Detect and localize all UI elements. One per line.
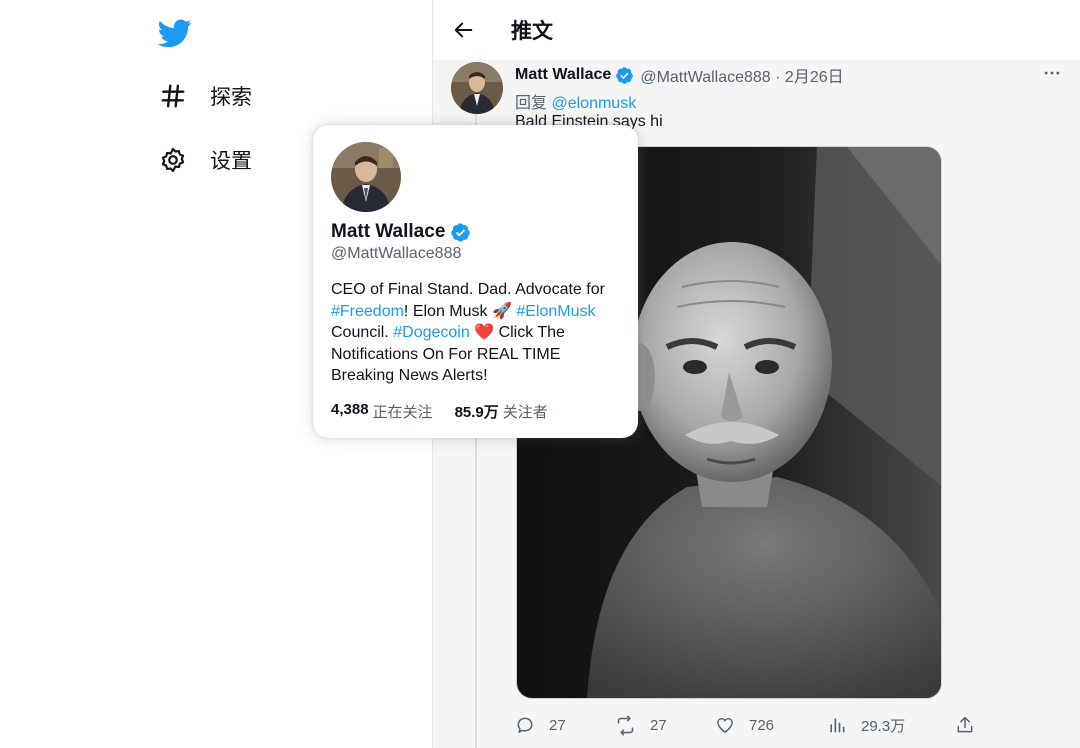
hover-card-bio: CEO of Final Stand. Dad. Advocate for #F… (331, 279, 626, 387)
like-button[interactable]: 726 (715, 712, 774, 738)
followers-label: 关注者 (502, 404, 548, 421)
share-icon (957, 716, 973, 733)
nav-item-explore[interactable]: 探索 (158, 76, 252, 116)
reply-context: 回复 @elonmusk (515, 89, 636, 113)
nav-item-label: 设置 (210, 150, 252, 173)
retweet-button[interactable]: 27 (615, 712, 667, 738)
share-button[interactable] (955, 712, 975, 738)
hover-card-name[interactable]: Matt Wallace (331, 221, 445, 243)
nav-item-label: 探索 (210, 86, 252, 109)
bio-text: CEO of Final Stand. Dad. Advocate for (331, 281, 605, 298)
twitter-bird-icon[interactable] (157, 16, 192, 50)
page-header: 推文 (433, 0, 1080, 60)
reply-count: 27 (549, 716, 566, 734)
nav-item-settings[interactable]: 设置 (158, 140, 252, 180)
reply-icon (517, 717, 533, 733)
bar-chart-icon (830, 718, 845, 733)
avatar[interactable] (451, 62, 503, 114)
page-title: 推文 (511, 20, 553, 43)
tweet-author-name[interactable]: Matt Wallace (515, 66, 611, 84)
tweet-handle-date: @MattWallace888 · 2月26日 (640, 69, 844, 86)
hashtag-link-dogecoin[interactable]: #Dogecoin (393, 324, 470, 341)
verified-badge-icon (451, 222, 471, 242)
more-horizontal-icon (1044, 71, 1060, 75)
more-options-button[interactable] (1039, 60, 1065, 86)
heart-icon (717, 717, 733, 733)
arrow-left-icon (454, 22, 473, 38)
like-count: 726 (749, 716, 775, 734)
gear-icon (158, 145, 188, 175)
followers-count: 85.9万 (454, 404, 499, 421)
verified-badge-icon (616, 66, 634, 84)
bio-text: Council. (331, 324, 394, 342)
view-count: 29.3万 (861, 717, 906, 735)
hover-card-handle: @MattWallace888 (331, 245, 462, 262)
profile-hover-card: Matt Wallace @MattWallace888 CEO of Fina… (313, 125, 638, 438)
following-stat-link[interactable]: 4,388 正在关注 (331, 401, 433, 422)
hover-card-avatar[interactable] (331, 142, 401, 212)
following-label: 正在关注 (372, 404, 433, 421)
back-button[interactable] (449, 15, 479, 45)
hashtag-icon (158, 81, 188, 111)
tweet-actions-bar: 27 27 726 29.3万 (515, 712, 985, 738)
hover-card-stats: 4,388 正在关注 85.9万 关注者 (331, 401, 548, 422)
hashtag-link-elonmusk[interactable]: #ElonMusk (516, 303, 595, 320)
views-button[interactable]: 29.3万 (827, 712, 905, 738)
followers-stat-link[interactable]: 85.9万 关注者 (455, 401, 548, 422)
retweet-count: 27 (650, 716, 667, 734)
retweet-icon (617, 715, 634, 735)
following-count: 4,388 (331, 401, 369, 418)
tweet-header: Matt Wallace @MattWallace888 · 2月26日 (515, 63, 844, 87)
bio-text: ! Elon Musk 🚀 (403, 302, 517, 320)
reply-button[interactable]: 27 (515, 712, 566, 738)
reply-to-link[interactable]: @elonmusk (551, 95, 636, 112)
hover-card-name-row: Matt Wallace (331, 221, 471, 243)
hashtag-link-freedom[interactable]: #Freedom (331, 303, 404, 320)
reply-prefix: 回复 (515, 95, 548, 112)
